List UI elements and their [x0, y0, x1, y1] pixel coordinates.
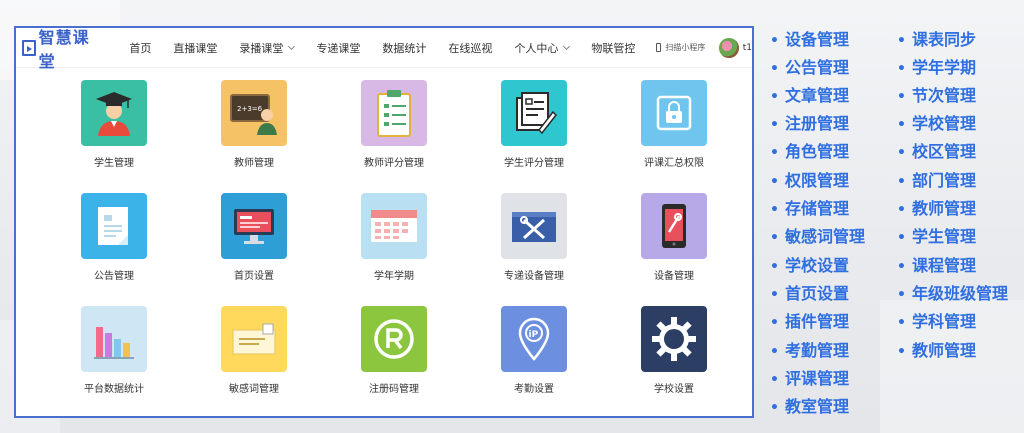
- chevron-down-icon: [288, 42, 296, 50]
- tile-label: 敏感词管理: [229, 384, 279, 395]
- tile-label: 专递设备管理: [504, 271, 564, 282]
- nav-item-dedicated[interactable]: 专递课堂: [316, 40, 360, 56]
- student-graduate-icon: [81, 80, 147, 146]
- nav-item-recorded[interactable]: 录播课堂: [239, 40, 296, 56]
- feature-item: • 部门管理: [897, 171, 976, 190]
- feature-item: • 角色管理: [770, 142, 849, 161]
- tile-platform-statistics[interactable]: 平台数据统计: [54, 306, 174, 395]
- teacher-blackboard-icon: 2+3=6: [221, 80, 287, 146]
- chevron-down-icon: [563, 42, 571, 50]
- toolbox-wrench-icon: [501, 193, 567, 259]
- feature-item: • 文章管理: [770, 86, 849, 105]
- feature-item: • 节次管理: [897, 86, 976, 105]
- nav-item-home[interactable]: 首页: [129, 40, 151, 56]
- monitor-screen-icon: [221, 193, 287, 259]
- username[interactable]: t1: [743, 43, 752, 53]
- envelope-note-icon: [221, 306, 287, 372]
- feature-item: • 教室管理: [770, 397, 849, 416]
- tile-label: 学校设置: [654, 384, 694, 395]
- nav-item-personal[interactable]: 个人中心: [514, 40, 571, 56]
- feature-item: • 学年学期: [897, 58, 976, 77]
- nav-item-statistics[interactable]: 数据统计: [382, 40, 426, 56]
- tile-review-permission[interactable]: 评课汇总权限: [614, 80, 734, 169]
- tile-attendance-settings[interactable]: iP 考勤设置: [474, 306, 594, 395]
- tile-teacher-management[interactable]: 2+3=6 教师管理: [194, 80, 314, 169]
- feature-list: • 设备管理 • 公告管理 • 文章管理 • 注册管理 • 角色管理 • 权限管理 • 存储管…: [770, 22, 1024, 422]
- avatar[interactable]: [719, 37, 739, 58]
- gear-icon: [641, 306, 707, 372]
- calendar-grid-icon: [361, 193, 427, 259]
- feature-item: • 权限管理: [770, 171, 849, 190]
- tile-sensitive-words[interactable]: 敏感词管理: [194, 306, 314, 395]
- feature-item: • 存储管理: [770, 199, 849, 218]
- tile-academic-term[interactable]: 学年学期: [334, 193, 454, 282]
- top-navigation: 智慧课堂 首页 直播课堂 录播课堂 专递课堂 数据统计 在线巡视 个人中心 物联…: [16, 28, 752, 71]
- tile-label: 平台数据统计: [84, 384, 144, 395]
- tile-student-rating[interactable]: 学生评分管理: [474, 80, 594, 169]
- feature-item: • 课表同步: [897, 30, 976, 49]
- tile-label: 学年学期: [374, 271, 414, 282]
- clipboard-checklist-icon: [361, 80, 427, 146]
- tile-device-management[interactable]: 设备管理: [614, 193, 734, 282]
- feature-item: • 设备管理: [770, 30, 849, 49]
- feature-item: • 评课管理: [770, 369, 849, 388]
- notice-document-icon: [81, 193, 147, 259]
- tile-label: 公告管理: [94, 271, 134, 282]
- location-pin-icon: iP: [501, 306, 567, 372]
- logo[interactable]: 智慧课堂: [22, 24, 104, 72]
- lock-shield-icon: [641, 80, 707, 146]
- tile-label: 考勤设置: [514, 384, 554, 395]
- tile-homepage-settings[interactable]: 首页设置: [194, 193, 314, 282]
- nav-item-patrol[interactable]: 在线巡视: [448, 40, 492, 56]
- feature-item: • 敏感词管理: [770, 227, 865, 246]
- admin-window: 智慧课堂 首页 直播课堂 录播课堂 专递课堂 数据统计 在线巡视 个人中心 物联…: [14, 26, 754, 418]
- logo-text: 智慧课堂: [38, 27, 90, 71]
- feature-item: • 插件管理: [770, 312, 849, 331]
- tile-label: 首页设置: [234, 271, 274, 282]
- feature-item: • 注册管理: [770, 114, 849, 133]
- feature-item: • 学科管理: [897, 312, 976, 331]
- nav-item-iot[interactable]: 物联管控: [591, 40, 635, 56]
- feature-item: • 教师管理: [897, 199, 976, 218]
- tile-label: 设备管理: [654, 271, 694, 282]
- tile-label: 注册码管理: [369, 384, 419, 395]
- tile-notice-management[interactable]: 公告管理: [54, 193, 174, 282]
- feature-item: • 学校设置: [770, 256, 849, 275]
- tile-label: 教师管理: [234, 158, 274, 169]
- feature-item: • 学校管理: [897, 114, 976, 133]
- tile-teacher-rating[interactable]: 教师评分管理: [334, 80, 454, 169]
- tile-label: 教师评分管理: [364, 158, 424, 169]
- tile-label: 学生管理: [94, 158, 134, 169]
- logo-play-icon: [22, 39, 36, 56]
- tile-student-management[interactable]: 学生管理: [54, 80, 174, 169]
- tile-label: 学生评分管理: [504, 158, 564, 169]
- tile-school-settings[interactable]: 学校设置: [614, 306, 734, 395]
- feature-item: • 学生管理: [897, 227, 976, 246]
- tile-label: 评课汇总权限: [644, 158, 704, 169]
- svg-text:iP: iP: [529, 330, 539, 340]
- phone-icon: [656, 43, 662, 52]
- nav-item-live[interactable]: 直播课堂: [173, 40, 217, 56]
- tile-registration-code[interactable]: 注册码管理: [334, 306, 454, 395]
- grading-pen-icon: [501, 80, 567, 146]
- tablet-device-icon: [641, 193, 707, 259]
- tile-dedicated-device[interactable]: 专递设备管理: [474, 193, 594, 282]
- feature-item: • 课程管理: [897, 256, 976, 275]
- feature-item: • 首页设置: [770, 284, 849, 303]
- feature-item: • 考勤管理: [770, 341, 849, 360]
- scan-miniprogram-button[interactable]: 扫描小程序: [656, 42, 705, 53]
- bar-chart-icon: [81, 306, 147, 372]
- svg-text:2+3=6: 2+3=6: [237, 105, 263, 113]
- feature-item: • 教师管理: [897, 341, 976, 360]
- registered-mark-icon: [361, 306, 427, 372]
- feature-item: • 公告管理: [770, 58, 849, 77]
- feature-item: • 年级班级管理: [897, 284, 1008, 303]
- feature-item: • 校区管理: [897, 142, 976, 161]
